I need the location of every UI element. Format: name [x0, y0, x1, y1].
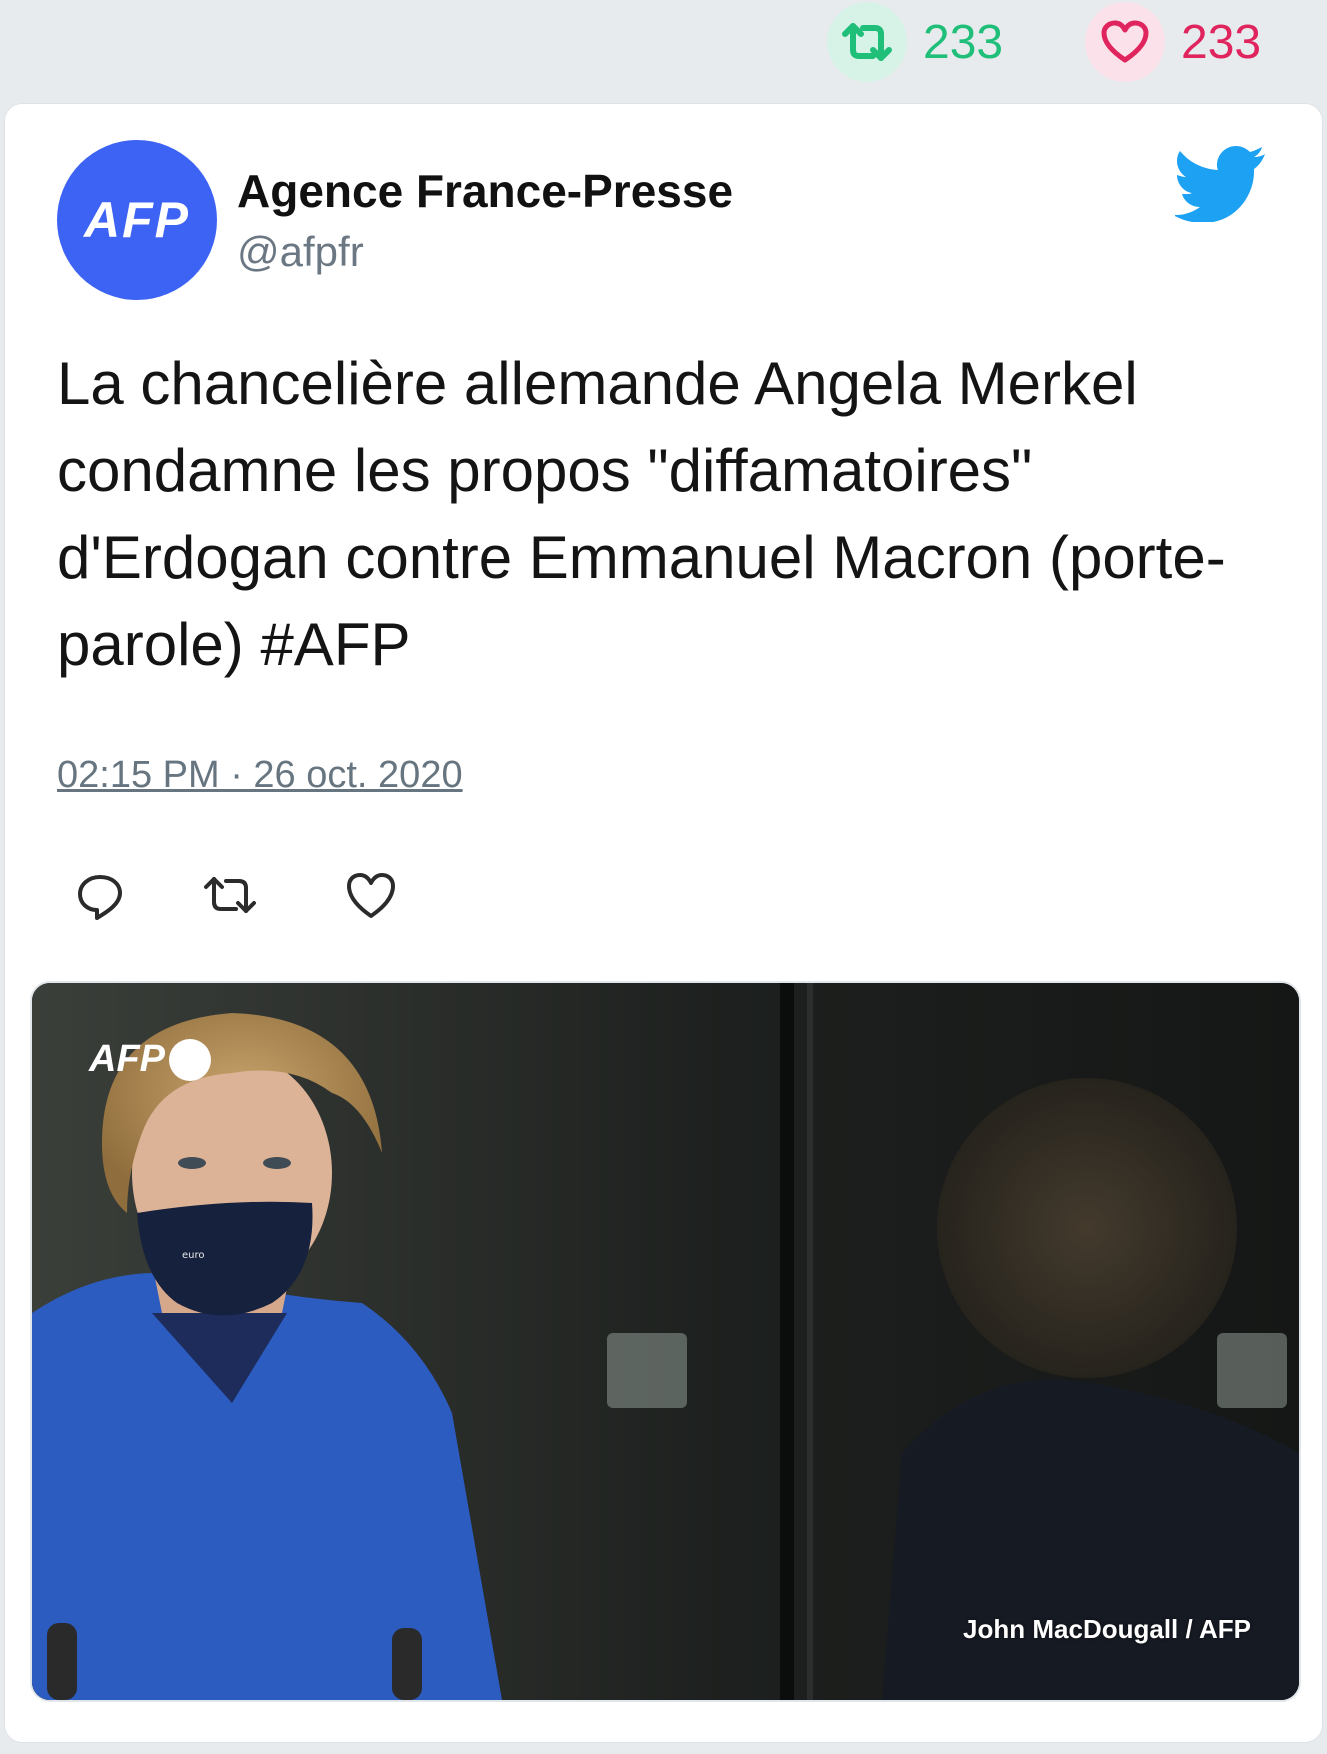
tweet-card: AFP Agence France-Presse @afpfr La chanc…: [4, 103, 1323, 1743]
retweet-stat[interactable]: 233: [827, 0, 1003, 84]
tweet-media[interactable]: euro AFP John MacDougall / AFP: [30, 981, 1301, 1702]
heart-icon[interactable]: [1085, 2, 1165, 82]
author-display-name[interactable]: Agence France-Presse: [237, 164, 733, 218]
author-handle[interactable]: @afpfr: [237, 228, 364, 276]
reply-icon[interactable]: [75, 872, 125, 927]
retweet-icon[interactable]: [827, 2, 907, 82]
photo: euro: [32, 983, 1299, 1700]
photo-credit: John MacDougall / AFP: [963, 1614, 1251, 1644]
twitter-bird-icon[interactable]: [1173, 146, 1267, 227]
tweet-timestamp-link[interactable]: 02:15 PM · 26 oct. 2020: [57, 754, 463, 797]
avatar[interactable]: AFP: [57, 140, 217, 300]
retweet-count: 233: [923, 15, 1004, 69]
retweet-action-icon[interactable]: [200, 872, 260, 923]
photo-watermark: AFP: [89, 1038, 211, 1081]
like-count: 233: [1181, 15, 1262, 69]
photo-watermark-text: AFP: [89, 1038, 165, 1080]
svg-text:euro: euro: [182, 1250, 205, 1261]
tweet-stats-bar: 233 233: [0, 0, 1327, 100]
like-action-icon[interactable]: [345, 872, 397, 925]
avatar-logo-text: AFP: [84, 192, 190, 248]
tweet-text: La chancelière allemande Angela Merkel c…: [57, 350, 1226, 678]
like-stat[interactable]: 233: [1085, 0, 1261, 84]
watermark-dot-icon: [169, 1038, 211, 1081]
